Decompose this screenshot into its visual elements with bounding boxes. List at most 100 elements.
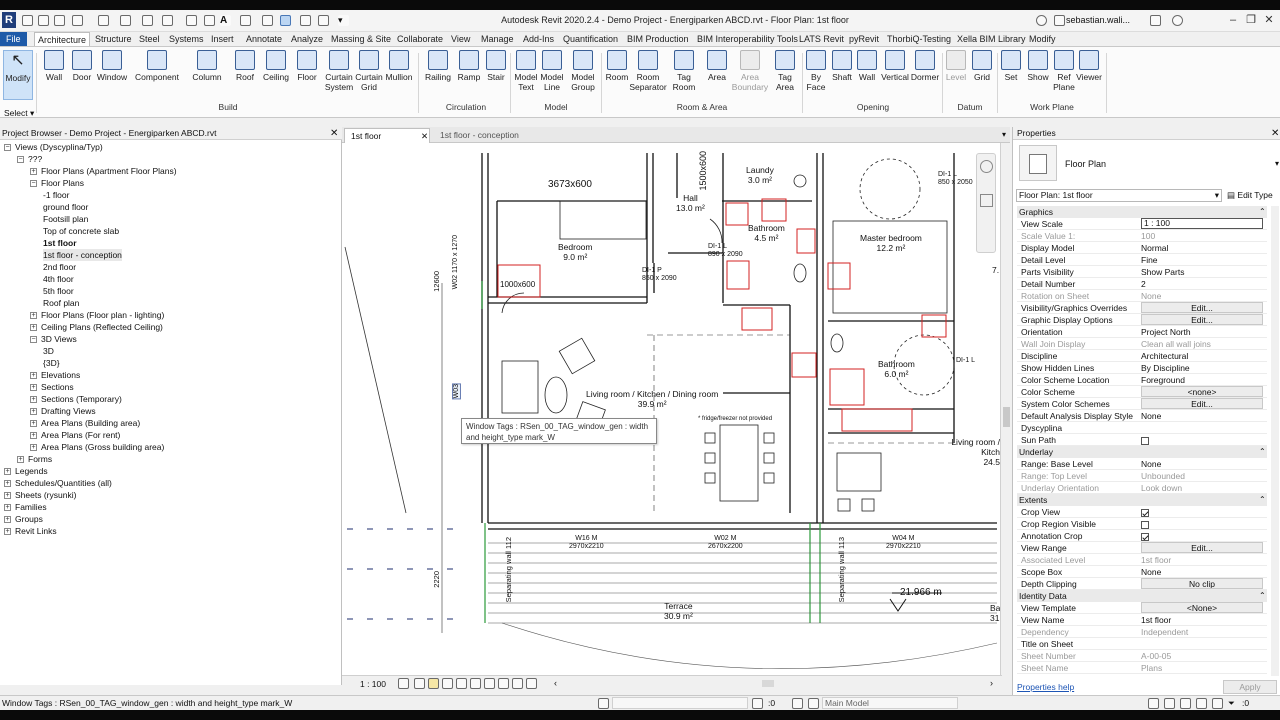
window-button[interactable]: Window (96, 50, 128, 82)
property-row[interactable]: Sheet Number A-00-05 (1017, 650, 1267, 662)
tree-toggle[interactable]: + (30, 420, 37, 427)
property-row[interactable]: Annotation Crop (1017, 530, 1267, 542)
browser-item[interactable]: Schedules/Quantities (all) (15, 477, 112, 489)
browser-item[interactable]: Ceiling Plans (Reflected Ceiling) (41, 321, 163, 333)
collapse-icon[interactable]: ⌃ (1259, 207, 1266, 216)
select-underlay-icon[interactable] (1164, 698, 1175, 709)
tree-toggle[interactable]: + (4, 468, 11, 475)
reveal-hidden-icon[interactable] (512, 678, 523, 689)
property-row[interactable]: Graphic Display Options Edit... (1017, 314, 1267, 326)
modify-button[interactable]: ↖ Modify (3, 50, 33, 100)
tab-add-ins[interactable]: Add-Ins (520, 32, 557, 46)
property-value[interactable]: None (1141, 566, 1263, 578)
property-row[interactable]: Associated Level 1st floor (1017, 554, 1267, 566)
property-value[interactable]: By Discipline (1141, 362, 1263, 374)
navigation-bar[interactable] (976, 153, 996, 253)
browser-item[interactable]: Elevations (41, 369, 80, 381)
dimension-icon[interactable] (186, 15, 197, 26)
worksets-icon[interactable] (598, 698, 609, 709)
tree-toggle[interactable]: − (17, 156, 24, 163)
browser-item[interactable]: Forms (28, 453, 52, 465)
property-group-header[interactable]: Graphics (1017, 206, 1267, 218)
browser-item[interactable]: 1st floor - conception (43, 249, 122, 261)
sun-path-icon[interactable] (428, 678, 439, 689)
instance-selector[interactable]: Floor Plan: 1st floor ▾ (1016, 189, 1222, 202)
property-group-header[interactable]: Underlay (1017, 446, 1267, 458)
property-value[interactable]: No clip (1141, 578, 1263, 589)
properties-scrollbar[interactable] (1271, 206, 1279, 676)
zoom-icon[interactable] (980, 194, 993, 207)
tab-bim-interoperability[interactable]: BIM Interoperability Tools (694, 32, 801, 46)
select-pinned-icon[interactable] (1180, 698, 1191, 709)
browser-item[interactable]: ??? (28, 153, 42, 165)
grid-button[interactable]: Grid (970, 50, 994, 82)
browser-item[interactable]: Roof plan (43, 297, 79, 309)
tab-structure[interactable]: Structure (92, 32, 135, 46)
customize-qat-icon[interactable]: ▾ (338, 15, 349, 26)
property-value[interactable]: Normal (1141, 242, 1263, 254)
workset-dropdown[interactable] (612, 697, 748, 709)
browser-item[interactable]: 3D Views (41, 333, 77, 345)
property-row[interactable]: Color Scheme <none> (1017, 386, 1267, 398)
browser-item[interactable]: Footsill plan (43, 213, 88, 225)
browser-item[interactable]: Revit Links (15, 525, 57, 537)
model-line-button[interactable]: Model Line (538, 50, 566, 92)
room-separator-button[interactable]: Room Separator (629, 50, 667, 92)
property-value[interactable]: Fine (1141, 254, 1263, 266)
show-workplane-button[interactable]: Show (1025, 50, 1051, 82)
property-row[interactable]: Color Scheme Location Foreground (1017, 374, 1267, 386)
tree-toggle[interactable]: + (30, 396, 37, 403)
property-value[interactable]: Clean all wall joins (1141, 338, 1263, 350)
browser-item[interactable]: 3D (43, 345, 54, 357)
property-row[interactable]: Scope Box None (1017, 566, 1267, 578)
tab-massing-site[interactable]: Massing & Site (328, 32, 394, 46)
property-value[interactable]: None (1141, 290, 1263, 302)
tree-toggle[interactable]: + (30, 444, 37, 451)
property-row[interactable]: Display Model Normal (1017, 242, 1267, 254)
tree-toggle[interactable]: − (30, 180, 37, 187)
ref-plane-button[interactable]: Ref Plane (1052, 50, 1076, 92)
property-row[interactable]: Detail Level Fine (1017, 254, 1267, 266)
scroll-right-icon[interactable]: › (990, 678, 993, 688)
thin-lines-icon[interactable] (280, 15, 291, 26)
property-row[interactable]: View Scale 1 : 100 (1017, 218, 1267, 230)
scroll-left-icon[interactable]: ‹ (554, 678, 557, 688)
tag-room-button[interactable]: Tag Room (670, 50, 698, 92)
tab-modify[interactable]: Modify (1026, 32, 1059, 46)
drawing-canvas[interactable]: 3673x600 1500x600 1000x600 Laundy 3.0 m² … (342, 143, 1000, 675)
redo-icon[interactable] (120, 15, 131, 26)
tree-toggle[interactable]: + (30, 372, 37, 379)
wall-opening-button[interactable]: Wall (856, 50, 878, 82)
temp-hide-icon[interactable] (498, 678, 509, 689)
save-icon[interactable] (54, 15, 65, 26)
user-account[interactable]: sebastian.wali... (1066, 15, 1130, 25)
type-selector-arrow[interactable]: ▾ (1275, 159, 1279, 168)
ramp-button[interactable]: Ramp (456, 50, 482, 82)
property-value[interactable]: Foreground (1141, 374, 1263, 386)
show-crop-icon[interactable] (470, 678, 481, 689)
design-option-dropdown[interactable]: Main Model (822, 697, 958, 709)
column-button[interactable]: Column (190, 50, 224, 82)
wall-button[interactable]: Wall (40, 50, 68, 82)
print-icon[interactable] (142, 15, 153, 26)
close-properties-icon[interactable]: ✕ (1271, 128, 1279, 139)
property-value[interactable]: 1st floor (1141, 614, 1263, 626)
property-row[interactable]: Depth Clipping No clip (1017, 578, 1267, 590)
property-row[interactable]: View Name 1st floor (1017, 614, 1267, 626)
property-row[interactable]: Visibility/Graphics Overrides Edit... (1017, 302, 1267, 314)
browser-item[interactable]: Area Plans (Gross building area) (41, 441, 164, 453)
view-tab-1st-floor-conception[interactable]: 1st floor - conception (434, 128, 634, 143)
mullion-button[interactable]: Mullion (383, 50, 415, 82)
property-value[interactable]: <None> (1141, 602, 1263, 613)
area-boundary-button[interactable]: Area Boundary (730, 50, 770, 92)
tab-manage[interactable]: Manage (478, 32, 517, 46)
browser-item[interactable]: Drafting Views (41, 405, 96, 417)
unlock-3d-icon[interactable] (484, 678, 495, 689)
floor-button[interactable]: Floor (294, 50, 320, 82)
level-button[interactable]: Level (944, 50, 968, 82)
section-icon[interactable] (262, 15, 273, 26)
browser-item[interactable]: 5th floor (43, 285, 74, 297)
property-row[interactable]: Dependency Independent (1017, 626, 1267, 638)
tag-area-button[interactable]: Tag Area (772, 50, 798, 92)
tag-icon[interactable] (204, 15, 215, 26)
